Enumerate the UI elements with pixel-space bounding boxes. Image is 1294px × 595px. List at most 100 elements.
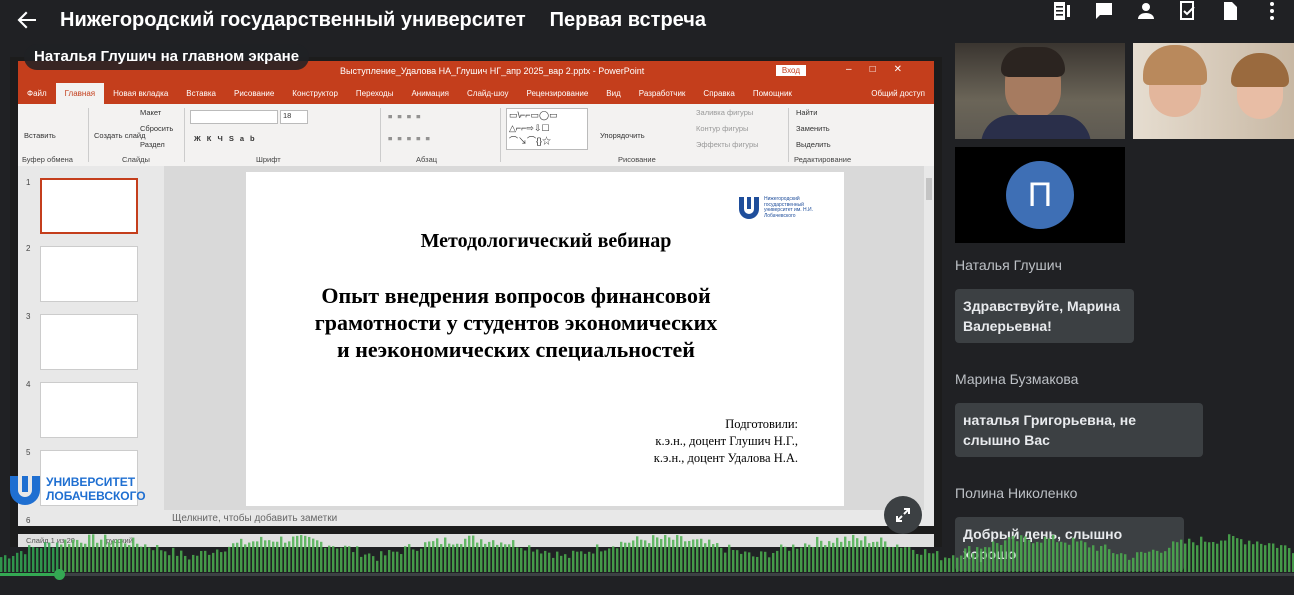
- waveform-bar: [600, 551, 603, 572]
- shape-effects-button[interactable]: Эффекты фигуры: [696, 140, 759, 149]
- chat-icon[interactable]: [1090, 0, 1118, 22]
- canvas-scrollbar[interactable]: [924, 166, 934, 510]
- waveform-bar: [868, 543, 871, 572]
- waveform-bar: [752, 556, 755, 572]
- waveform-bar: [272, 541, 275, 572]
- tab-view[interactable]: Вид: [597, 89, 629, 98]
- tab-help[interactable]: Справка: [694, 89, 743, 98]
- waveform-bar: [660, 539, 663, 572]
- shape-fill-button[interactable]: Заливка фигуры: [696, 108, 753, 117]
- slide-thumbnail[interactable]: [40, 314, 138, 370]
- tab-home[interactable]: Главная: [55, 83, 105, 104]
- tab-assistant[interactable]: Помощник: [744, 89, 801, 98]
- waveform-bar: [696, 539, 699, 572]
- waveform-bar: [1024, 536, 1027, 572]
- list-buttons[interactable]: ≡≡≡≡: [388, 112, 426, 121]
- waveform-bar: [384, 555, 387, 572]
- waveform-bar: [612, 546, 615, 572]
- align-buttons[interactable]: ≡≡≡≡≡: [388, 134, 435, 143]
- waveform-bar: [300, 535, 303, 572]
- tab-slideshow[interactable]: Слайд-шоу: [458, 89, 517, 98]
- document-icon[interactable]: [1048, 0, 1076, 22]
- waveform-bar: [136, 543, 139, 572]
- tab-transitions[interactable]: Переходы: [347, 89, 403, 98]
- find-button[interactable]: Найти: [796, 108, 817, 117]
- shapes-gallery[interactable]: ▭\⌐⌐▭◯▭ △⌐⌐⇨⇩☐ ⌒↘⌒{}☆: [506, 108, 588, 150]
- back-arrow-icon[interactable]: [16, 9, 56, 31]
- waveform-bar: [944, 557, 947, 572]
- replace-button[interactable]: Заменить: [796, 124, 830, 133]
- waveform-bar: [676, 534, 679, 572]
- tab-design[interactable]: Конструктор: [283, 89, 347, 98]
- chat-message: наталья Григорьевна, не слышно Вас: [955, 403, 1203, 457]
- divider: [88, 108, 89, 162]
- waveform-bar: [1048, 538, 1051, 572]
- waveform-bar: [860, 540, 863, 572]
- select-button[interactable]: Выделить: [796, 140, 831, 149]
- waveform-bar: [876, 541, 879, 572]
- waveform-bar: [552, 557, 555, 572]
- waveform-bar: [436, 538, 439, 572]
- waveform-bar: [1264, 545, 1267, 572]
- waveform-bar: [512, 540, 515, 572]
- slide-thumbnail[interactable]: [40, 178, 138, 234]
- paste-button[interactable]: Вставить: [24, 131, 56, 140]
- login-button[interactable]: Вход: [775, 65, 806, 76]
- waveform-bar: [580, 551, 583, 572]
- share-button[interactable]: Общий доступ: [862, 89, 934, 98]
- person-icon[interactable]: [1132, 0, 1160, 22]
- new-slide-button[interactable]: Создать слайд: [94, 131, 145, 140]
- review-icon[interactable]: [1174, 0, 1202, 22]
- waveform-bar: [212, 552, 215, 572]
- waveform-bar: [832, 542, 835, 572]
- waveform-bar: [4, 555, 7, 572]
- tab-review[interactable]: Рецензирование: [518, 89, 598, 98]
- tab-developer[interactable]: Разработчик: [630, 89, 695, 98]
- waveform-bar: [904, 547, 907, 572]
- waveform-bar: [292, 536, 295, 572]
- waveform-bar: [396, 551, 399, 572]
- tab-animation[interactable]: Анимация: [402, 89, 458, 98]
- waveform-bar: [388, 549, 391, 572]
- slide-title-line: и неэкономических специальностей: [337, 337, 695, 362]
- font-format-buttons[interactable]: ЖКЧSab: [194, 134, 261, 143]
- authors-line: к.э.н., доцент Глушич Н.Г.,: [655, 434, 798, 448]
- waveform-bar: [1284, 545, 1287, 572]
- participant-video-tile[interactable]: [1133, 43, 1294, 139]
- waveform-bar: [916, 554, 919, 572]
- waveform-bar: [536, 549, 539, 572]
- audio-progress[interactable]: [0, 573, 1294, 576]
- waveform-bar: [984, 547, 987, 572]
- waveform-bar: [92, 534, 95, 572]
- reset-button[interactable]: Сбросить: [140, 124, 173, 133]
- waveform-bar: [1172, 541, 1175, 572]
- waveform-bar: [784, 546, 787, 572]
- ppt-window-title: Выступление_Удалова НА_Глушич НГ_апр 202…: [340, 66, 645, 76]
- slide-thumbnail[interactable]: [40, 382, 138, 438]
- layout-button[interactable]: Макет: [140, 108, 161, 117]
- shape-outline-button[interactable]: Контур фигуры: [696, 124, 748, 133]
- font-size-select[interactable]: 18: [280, 110, 308, 124]
- participant-video-tile[interactable]: [955, 43, 1125, 139]
- file-icon[interactable]: [1216, 0, 1244, 22]
- tab-insert[interactable]: Вставка: [177, 89, 225, 98]
- waveform-bar: [32, 546, 35, 572]
- waveform-bar: [928, 553, 931, 572]
- waveform-bar: [892, 546, 895, 572]
- font-name-select[interactable]: [190, 110, 278, 124]
- waveform-bar: [968, 546, 971, 572]
- waveform-bar: [68, 544, 71, 572]
- arrange-button[interactable]: Упорядочить: [600, 131, 645, 140]
- tab-new[interactable]: Новая вкладка: [104, 89, 177, 98]
- tab-file[interactable]: Файл: [18, 89, 56, 98]
- waveform-bar: [188, 559, 191, 572]
- more-icon[interactable]: [1258, 0, 1286, 22]
- waveform-bar: [1012, 536, 1015, 572]
- waveform-bar: [1092, 545, 1095, 572]
- window-controls[interactable]: –□✕: [846, 64, 920, 75]
- audio-progress-knob[interactable]: [54, 569, 65, 580]
- tab-draw[interactable]: Рисование: [225, 89, 283, 98]
- slide-thumbnail[interactable]: [40, 246, 138, 302]
- waveform-bar: [988, 547, 991, 572]
- section-button[interactable]: Раздел: [140, 140, 165, 149]
